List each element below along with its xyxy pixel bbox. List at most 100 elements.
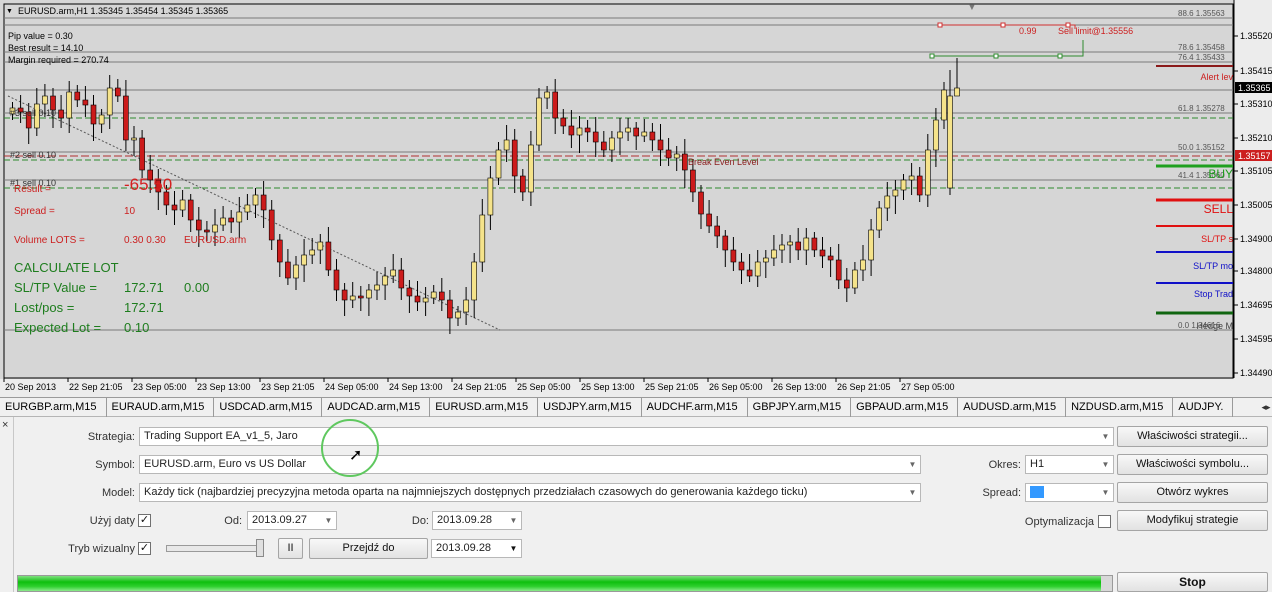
control-label-sltp_s: SL/TP s <box>1201 234 1233 244</box>
bull-candle <box>244 204 251 213</box>
to-label: Do: <box>411 515 429 527</box>
tab-audjpy[interactable]: AUDJPY. <box>1173 398 1234 417</box>
order-2-label: #2 sell 0.10 <box>10 150 56 160</box>
tab-gbpjpy[interactable]: GBPJPY.arm,M15 <box>748 398 852 417</box>
visual-mode-checkbox[interactable]: ✓ <box>138 542 151 555</box>
symbol-properties-button[interactable]: Właściwości symbolu... <box>1117 454 1268 475</box>
fibonacci-level-label: 78.6 1.35458 <box>1178 43 1225 52</box>
control-label-hedge: Hedge M <box>1196 321 1233 331</box>
tab-eurusd[interactable]: EURUSD.arm,M15 <box>430 398 539 417</box>
bull-candle <box>933 119 939 151</box>
chevron-down-icon: ▼ <box>324 516 333 525</box>
bear-candle <box>568 125 575 136</box>
volume-symbol: EURUSD.arm <box>184 235 246 246</box>
tab-nzdusd[interactable]: NZDUSD.arm,M15 <box>1066 398 1174 417</box>
skip-to-date-field[interactable]: 2013.09.28 ▼ <box>431 539 522 558</box>
bull-candle <box>317 241 324 251</box>
mouse-cursor-icon: ➚ <box>349 447 363 464</box>
tab-usdcad[interactable]: USDCAD.arm,M15 <box>214 398 323 417</box>
time-tick-label: 23 Sep 05:00 <box>133 382 187 392</box>
bear-candle <box>519 175 526 193</box>
symbol-select[interactable]: EURUSD.arm, Euro vs US Dollar ▼ <box>139 455 921 474</box>
bear-candle <box>285 261 291 279</box>
strategy-tester-panel: × Strategia: Trading Support EA_v1_5, Ja… <box>0 417 1272 592</box>
pause-button[interactable]: II <box>278 538 303 559</box>
time-tick-label: 26 Sep 05:00 <box>709 382 763 392</box>
tab-euraud[interactable]: EURAUD.arm,M15 <box>107 398 215 417</box>
bear-candle <box>139 137 145 171</box>
model-label: Model: <box>101 487 135 499</box>
fibonacci-level-label: 88.6 1.35563 <box>1178 9 1225 18</box>
bull-candle <box>779 244 785 251</box>
modify-strategy-button[interactable]: Modyfikuj strategie <box>1117 510 1268 531</box>
optimization-checkbox[interactable] <box>1098 515 1111 528</box>
bull-candle <box>390 269 397 277</box>
sltp-value-2: 0.00 <box>184 280 209 295</box>
bear-candle <box>414 295 421 303</box>
tab-audchf[interactable]: AUDCHF.arm,M15 <box>642 398 748 417</box>
bear-candle <box>600 141 607 151</box>
order-3-label: #3 sell 0.10 <box>10 108 56 118</box>
sltp-value-label: SL/TP Value = <box>14 280 97 295</box>
tab-scroll-arrows-icon[interactable]: ◂▸ <box>1260 398 1272 417</box>
model-select-value: Każdy tick (najbardziej precyzyjna metod… <box>144 486 808 498</box>
bull-candle <box>947 95 953 189</box>
model-select[interactable]: Każdy tick (najbardziej precyzyjna metod… <box>139 483 921 502</box>
fibonacci-level-label: 61.8 1.35278 <box>1178 104 1225 113</box>
spread-label: Spread = <box>14 206 55 217</box>
bull-candle <box>66 91 72 119</box>
expected-lot-value: 0.10 <box>124 320 149 335</box>
bull-candle <box>954 87 960 97</box>
skip-to-button[interactable]: Przejdź do <box>309 538 428 559</box>
progress-bar-end <box>1101 576 1112 591</box>
bear-candle <box>82 99 89 106</box>
bear-candle <box>276 239 283 263</box>
tab-usdjpy[interactable]: USDJPY.arm,M15 <box>538 398 642 417</box>
bull-candle <box>495 149 502 179</box>
tab-audusd[interactable]: AUDUSD.arm,M15 <box>958 398 1067 417</box>
price-chart[interactable]: 1.35520 1.35415 1.35310 1.35210 1.35105 1.350… <box>0 0 1272 397</box>
sell-limit-value: 0.99 <box>1019 26 1037 36</box>
best-result-label: Best result = 14.10 <box>8 43 83 53</box>
bear-candle <box>333 269 340 291</box>
speed-slider-track[interactable] <box>166 545 264 552</box>
open-chart-button[interactable]: Otwórz wykres <box>1117 482 1268 503</box>
speed-slider-handle[interactable] <box>256 539 264 557</box>
tab-gbpaud[interactable]: GBPAUD.arm,M15 <box>851 398 959 417</box>
result-value: -65.50 <box>124 175 172 194</box>
bull-candle <box>868 229 874 261</box>
test-progress-bar <box>17 575 1113 592</box>
bear-candle <box>341 289 348 301</box>
bull-candle <box>803 237 810 251</box>
chart-canvas[interactable]: 1.35520 1.35415 1.35310 1.35210 1.35105 1.350… <box>0 0 1272 397</box>
bear-candle <box>681 153 688 171</box>
strategy-select[interactable]: Trading Support EA_v1_5, Jaro ▼ <box>139 427 1114 446</box>
from-date-field[interactable]: 2013.09.27 ▼ <box>247 511 337 530</box>
control-label-sltp_m: SL/TP mo <box>1193 261 1233 271</box>
lost-pos-value: 172.71 <box>124 300 164 315</box>
time-tick-label: 25 Sep 21:05 <box>645 382 699 392</box>
bear-candle <box>398 269 405 289</box>
strategy-properties-button[interactable]: Właściwości strategii... <box>1117 426 1268 447</box>
bull-candle <box>131 137 137 141</box>
bull-candle <box>236 211 243 223</box>
bull-candle <box>374 284 380 291</box>
tab-audcad[interactable]: AUDCAD.arm,M15 <box>322 398 431 417</box>
app-window: 1.35520 1.35415 1.35310 1.35210 1.35105 1.350… <box>0 0 1272 592</box>
spread-select[interactable]: 10 ▼ <box>1025 483 1114 502</box>
bull-candle <box>252 194 259 206</box>
close-icon[interactable]: × <box>2 419 8 431</box>
bull-candle <box>787 241 793 246</box>
bear-candle <box>592 131 599 143</box>
use-date-checkbox[interactable]: ✓ <box>138 514 151 527</box>
to-date-field[interactable]: 2013.09.28 ▼ <box>432 511 522 530</box>
bear-candle <box>916 175 923 196</box>
period-select[interactable]: H1 ▼ <box>1025 455 1114 474</box>
symbol-select-value: EURUSD.arm, Euro vs US Dollar <box>144 458 306 470</box>
bear-candle <box>633 127 640 137</box>
pip-value-label: Pip value = 0.30 <box>8 31 73 41</box>
stop-button[interactable]: Stop <box>1117 572 1268 592</box>
bull-candle <box>860 259 866 271</box>
tab-eurgbp[interactable]: EURGBP.arm,M15 <box>0 398 107 417</box>
bear-candle <box>730 249 737 263</box>
